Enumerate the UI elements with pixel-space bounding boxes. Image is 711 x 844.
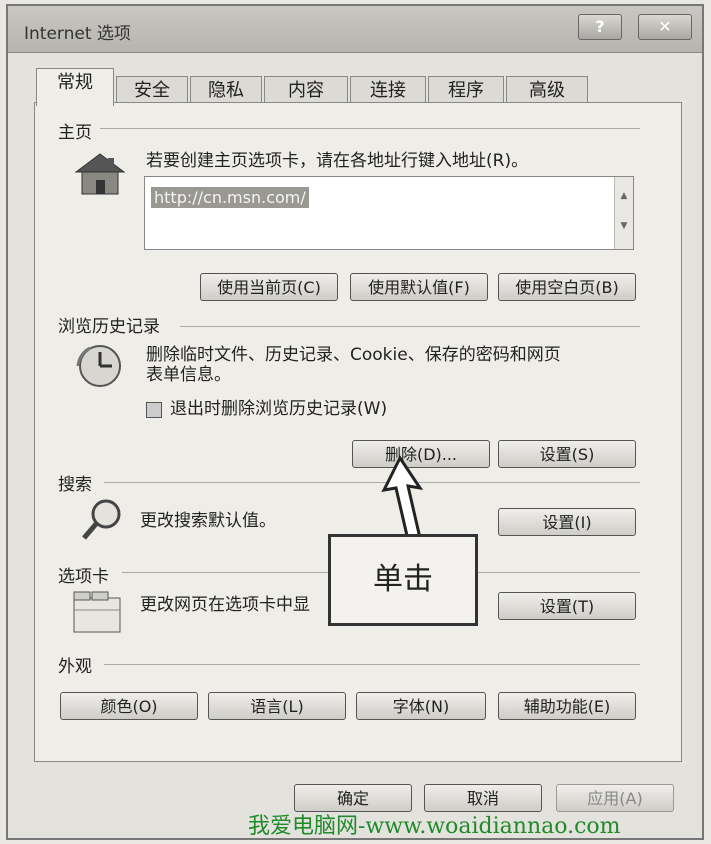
click-callout: 单击	[328, 534, 478, 626]
delete-on-exit-checkbox[interactable]	[146, 402, 162, 418]
accessibility-button[interactable]: 辅助功能(E)	[498, 692, 636, 720]
colors-button[interactable]: 颜色(O)	[60, 692, 198, 720]
appearance-section-title: 外观	[58, 652, 100, 677]
help-button[interactable]: ?	[578, 14, 622, 40]
homepage-divider	[100, 128, 640, 129]
tabs-settings-button[interactable]: 设置(T)	[498, 592, 636, 620]
url-scrollbar[interactable]: ▲ ▼	[614, 177, 633, 249]
use-blank-button[interactable]: 使用空白页(B)	[498, 273, 636, 301]
history-settings-button[interactable]: 设置(S)	[498, 440, 636, 468]
tab-advanced[interactable]: 高级	[506, 76, 588, 105]
fonts-button[interactable]: 字体(N)	[356, 692, 486, 720]
tab-content[interactable]: 内容	[264, 76, 348, 105]
tabs-icon	[72, 590, 122, 638]
homepage-section-title: 主页	[58, 118, 100, 143]
history-description-line1: 删除临时文件、历史记录、Cookie、保存的密码和网页	[146, 345, 561, 365]
search-divider	[104, 482, 640, 483]
search-settings-button[interactable]: 设置(I)	[498, 508, 636, 536]
tab-privacy[interactable]: 隐私	[190, 76, 262, 105]
pointer-arrow-icon	[381, 455, 424, 542]
appearance-divider	[104, 664, 640, 665]
title-bar: Internet 选项 ? ✕	[8, 6, 702, 53]
scroll-up-icon[interactable]: ▲	[615, 191, 633, 201]
tabs-section-title: 选项卡	[58, 562, 117, 587]
watermark-text: 我爱电脑网-www.woaidiannao.com	[248, 814, 621, 839]
tab-programs[interactable]: 程序	[428, 76, 504, 105]
close-button[interactable]: ✕	[638, 14, 692, 40]
tab-connections[interactable]: 连接	[350, 76, 426, 105]
search-section-title: 搜索	[58, 470, 100, 495]
history-description-line2: 表单信息。	[146, 365, 231, 385]
use-default-button[interactable]: 使用默认值(F)	[350, 273, 488, 301]
languages-button[interactable]: 语言(L)	[208, 692, 346, 720]
magnifier-icon	[80, 498, 124, 546]
history-divider	[180, 326, 640, 327]
history-section-title: 浏览历史记录	[58, 312, 168, 337]
homepage-url-field[interactable]: http://cn.msn.com/ ▲ ▼	[144, 176, 634, 250]
scroll-down-icon[interactable]: ▼	[615, 221, 633, 231]
history-icon	[72, 342, 128, 394]
use-current-button[interactable]: 使用当前页(C)	[200, 273, 338, 301]
window-title: Internet 选项	[24, 24, 131, 44]
delete-on-exit-label: 退出时删除浏览历史记录(W)	[170, 399, 388, 419]
tab-general[interactable]: 常规	[36, 68, 114, 106]
homepage-url-value: http://cn.msn.com/	[151, 187, 309, 208]
tab-security[interactable]: 安全	[116, 76, 188, 105]
home-icon	[72, 150, 128, 200]
tabs-description: 更改网页在选项卡中显	[140, 595, 310, 615]
homepage-instruction: 若要创建主页选项卡，请在各地址行键入地址(R)。	[146, 151, 529, 171]
search-description: 更改搜索默认值。	[140, 511, 276, 531]
